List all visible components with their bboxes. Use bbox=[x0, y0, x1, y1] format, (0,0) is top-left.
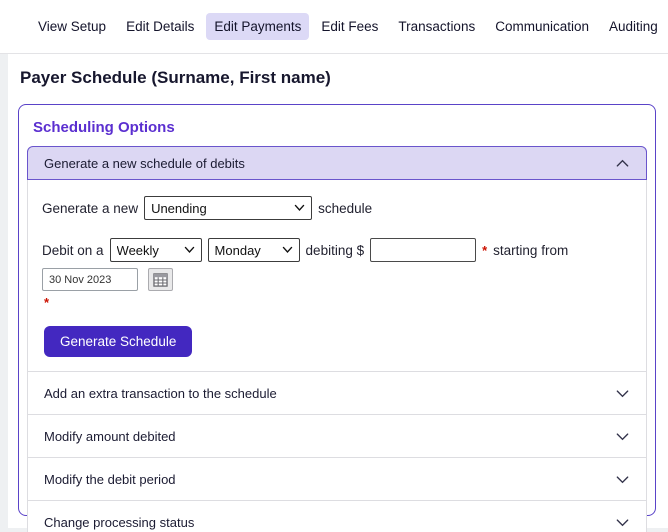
required-note-row: * bbox=[42, 295, 632, 310]
accordion-change-processing-status[interactable]: Change processing status bbox=[27, 501, 647, 532]
tab-auditing[interactable]: Auditing bbox=[601, 13, 666, 40]
page-title: Payer Schedule (Surname, First name) bbox=[8, 68, 668, 88]
chevron-down-icon bbox=[615, 386, 630, 401]
generate-new-label: Generate a new bbox=[42, 201, 138, 216]
tab-edit-details[interactable]: Edit Details bbox=[118, 13, 202, 40]
tab-transactions[interactable]: Transactions bbox=[390, 13, 483, 40]
tab-communication[interactable]: Communication bbox=[487, 13, 597, 40]
generate-schedule-button[interactable]: Generate Schedule bbox=[44, 326, 192, 357]
accordion-modify-debit-period[interactable]: Modify the debit period bbox=[27, 458, 647, 501]
generate-new-schedule-row: Generate a new Unending schedule bbox=[42, 196, 632, 220]
accordion-row-label: Modify amount debited bbox=[44, 429, 176, 444]
tab-edit-fees[interactable]: Edit Fees bbox=[313, 13, 386, 40]
chevron-down-icon bbox=[615, 429, 630, 444]
amount-required-marker: * bbox=[482, 243, 487, 258]
calendar-grid-icon bbox=[153, 273, 168, 287]
scheduling-options-card: Scheduling Options Generate a new schedu… bbox=[18, 104, 656, 516]
card-heading: Scheduling Options bbox=[27, 117, 647, 146]
accordion-generate-schedule-header[interactable]: Generate a new schedule of debits bbox=[27, 146, 647, 180]
accordion-generate-schedule-body: Generate a new Unending schedule Debit o… bbox=[27, 180, 647, 372]
schedule-suffix-label: schedule bbox=[318, 201, 372, 216]
frequency-select[interactable]: Weekly bbox=[110, 238, 202, 262]
starting-from-label: starting from bbox=[493, 243, 568, 258]
accordion-modify-amount-debited[interactable]: Modify amount debited bbox=[27, 415, 647, 458]
frequency-select-wrap: Weekly bbox=[110, 238, 202, 262]
schedule-type-select-wrap: Unending bbox=[144, 196, 312, 220]
accordion-row-label: Modify the debit period bbox=[44, 472, 176, 487]
chevron-down-icon bbox=[615, 515, 630, 530]
day-select-wrap: Monday bbox=[208, 238, 300, 262]
debiting-label: debiting $ bbox=[306, 243, 365, 258]
debit-settings-row: Debit on a Weekly Monday bbox=[42, 238, 632, 291]
schedule-type-select[interactable]: Unending bbox=[144, 196, 312, 220]
amount-input[interactable] bbox=[370, 238, 476, 262]
accordion-header-label: Generate a new schedule of debits bbox=[44, 156, 245, 171]
top-nav: View Setup Edit Details Edit Payments Ed… bbox=[0, 0, 668, 54]
chevron-up-icon bbox=[615, 156, 630, 171]
required-note-marker: * bbox=[44, 295, 49, 310]
tab-edit-payments[interactable]: Edit Payments bbox=[206, 13, 309, 40]
accordion-add-extra-transaction[interactable]: Add an extra transaction to the schedule bbox=[27, 372, 647, 415]
accordion-row-label: Change processing status bbox=[44, 515, 194, 530]
calendar-picker-button[interactable] bbox=[148, 268, 173, 291]
main-content: Payer Schedule (Surname, First name) Sch… bbox=[8, 54, 668, 528]
tab-view-setup[interactable]: View Setup bbox=[30, 13, 114, 40]
debit-on-a-label: Debit on a bbox=[42, 243, 104, 258]
accordion-row-label: Add an extra transaction to the schedule bbox=[44, 386, 277, 401]
day-select[interactable]: Monday bbox=[208, 238, 300, 262]
start-date-input[interactable] bbox=[42, 268, 138, 291]
chevron-down-icon bbox=[615, 472, 630, 487]
